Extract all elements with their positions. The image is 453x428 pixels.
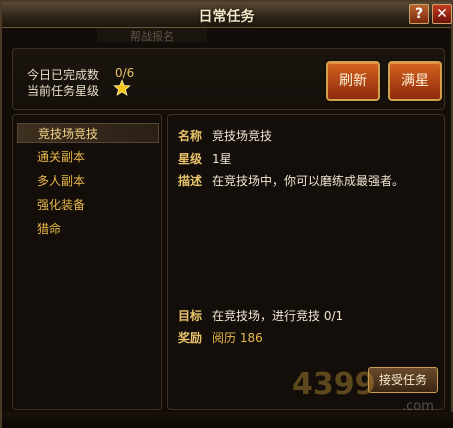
task-star-label: 当前任务星级	[27, 84, 100, 98]
close-button[interactable]: ✕	[432, 4, 452, 24]
detail-star-label: 星级	[178, 152, 203, 166]
help-button[interactable]: ?	[409, 4, 429, 24]
bottom-decoration	[2, 412, 453, 428]
detail-desc-value: 在竞技场中，你可以磨练成最强者。	[212, 174, 405, 188]
task-list-panel: 竞技场竞技 通关副本 多人副本 强化装备 猎命	[12, 114, 162, 410]
detail-reward-value: 阅历 186	[212, 331, 263, 345]
task-star-row: 当前任务星级	[27, 79, 131, 99]
stats-panel: 今日已完成数 0/6 当前任务星级 刷新 满星	[12, 48, 445, 110]
detail-goal-value: 在竞技场，进行竞技 0/1	[212, 309, 344, 323]
task-list-item-dungeon-clear[interactable]: 通关副本	[17, 147, 159, 167]
daily-task-window: 日常任务 ? ✕ 帮战报名 今日已完成数 0/6 当前任务星级 刷新 满星 竞技…	[0, 0, 453, 428]
detail-reward-label: 奖励	[178, 331, 203, 345]
full-star-button[interactable]: 满星	[388, 61, 442, 101]
completed-count-label: 今日已完成数	[27, 68, 100, 82]
accept-task-button[interactable]: 接受任务	[368, 367, 438, 393]
task-list-item-multiplayer-dungeon[interactable]: 多人副本	[17, 171, 159, 191]
star-icon	[113, 79, 131, 96]
close-icon: ✕	[436, 6, 448, 22]
detail-name-value: 竞技场竞技	[212, 129, 273, 143]
task-list-item-hunt[interactable]: 猎命	[17, 219, 159, 239]
detail-star-value: 1星	[212, 152, 232, 166]
task-detail-panel: 名称 竞技场竞技 星级 1星 描述 在竞技场中，你可以磨练成最强者。 目标 在竞…	[167, 114, 445, 410]
completed-count-row: 今日已完成数 0/6	[27, 66, 134, 83]
task-list-item-enhance-gear[interactable]: 强化装备	[17, 195, 159, 215]
task-list-item-arena[interactable]: 竞技场竞技	[17, 123, 159, 143]
detail-desc-label: 描述	[178, 174, 203, 188]
completed-count-value: 0/6	[115, 66, 135, 80]
detail-name-label: 名称	[178, 129, 203, 143]
faded-tab-text: 帮战报名	[97, 28, 207, 42]
title-bar[interactable]: 日常任务 ? ✕	[2, 2, 452, 28]
window-title: 日常任务	[198, 9, 255, 25]
refresh-button[interactable]: 刷新	[326, 61, 380, 101]
detail-goal-label: 目标	[178, 309, 203, 323]
